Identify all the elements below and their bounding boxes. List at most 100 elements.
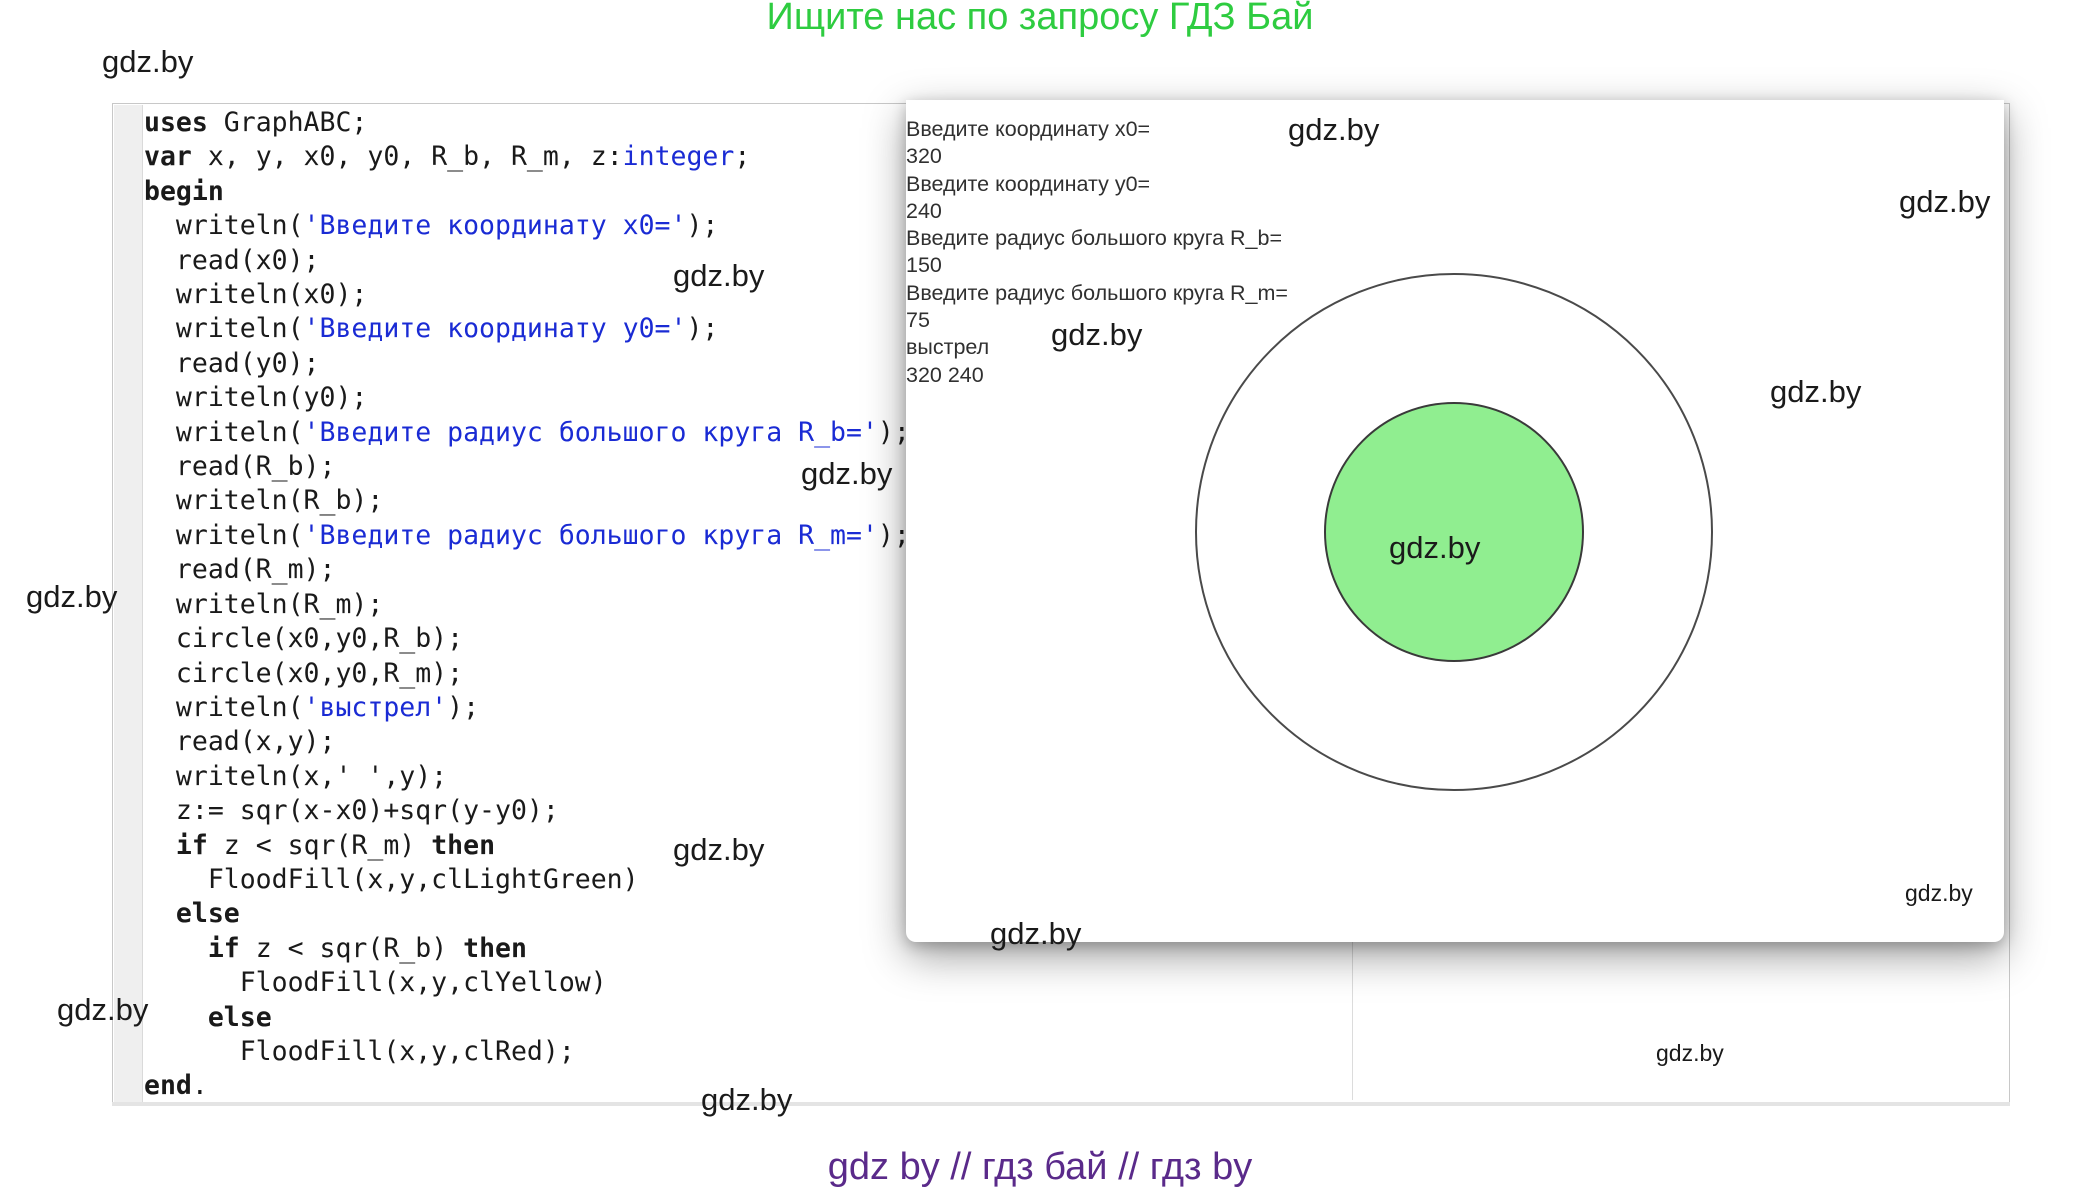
code-line[interactable]: FloodFill(x,y,clYellow) [144,966,910,1000]
source-code[interactable]: uses GraphABC; var x, y, x0, y0, R_b, R_m… [144,106,910,1104]
code-string: 'выстрел' [303,691,448,723]
code-text: read(R_b); [144,451,336,483]
code-keyword: begin [144,175,224,207]
code-line[interactable]: read(x0); [144,244,910,278]
code-text: writeln( [144,313,304,345]
code-keyword: var [144,141,192,173]
code-line[interactable]: circle(x0,y0,R_m); [144,657,910,691]
code-text: writeln(R_b); [144,485,384,517]
code-text: writeln(y0); [144,382,368,414]
watermark: gdz.by [673,258,765,293]
code-line[interactable]: uses GraphABC; [144,106,910,140]
code-text: read(x,y); [144,726,336,758]
code-text: GraphABC; [207,107,368,138]
code-line[interactable]: writeln('Введите радиус большого круга R… [144,519,910,553]
code-text: ; [734,141,751,173]
code-line[interactable]: circle(x0,y0,R_b); [144,622,910,656]
code-text: writeln(R_m); [144,588,384,620]
watermark: gdz.by [673,832,765,867]
code-text: FloodFill(x,y,clLightGreen) [144,863,639,895]
code-line[interactable]: FloodFill(x,y,clLightGreen) [144,863,910,897]
bottom-banner: gdz by // гдз бай // гдз by [827,1146,1253,1188]
watermark: gdz.by [1905,880,1973,906]
console-line: Введите радиус большого круга R_m= [906,280,1288,305]
code-line[interactable]: writeln('Введите радиус большого круга R… [144,416,910,450]
code-line[interactable]: read(R_m); [144,553,910,587]
code-keyword: else [175,898,240,930]
code-line[interactable]: end. [144,1069,910,1103]
top-banner: Ищите нас по запросу ГДЗ Бай [766,0,1314,38]
code-text: circle(x0,y0,R_b); [144,623,464,655]
code-line[interactable]: read(x,y); [144,725,910,759]
code-string: 'Введите радиус большого круга R_b=' [303,416,878,448]
console-line: 320 [906,144,942,169]
code-line[interactable]: writeln('Введите координату x0='); [144,209,910,243]
code-line[interactable]: writeln('Введите координату y0='); [144,312,910,346]
code-string: 'Введите координату x0=' [303,210,687,242]
code-text: z < sqr(R_b) [239,932,464,964]
console-line: 320 240 [906,362,984,387]
code-line[interactable]: if z < sqr(R_m) then [144,829,910,863]
code-line[interactable]: writeln(R_b); [144,484,910,518]
watermark: gdz.by [1051,317,1143,352]
console-line: Введите радиус большого круга R_b= [906,226,1283,251]
watermark: gdz.by [801,456,893,491]
code-text: writeln( [144,519,304,551]
console-line: 240 [906,198,942,223]
code-line[interactable]: read(R_b); [144,450,910,484]
graph-abc-window[interactable]: Введите координату x0= 320 Введите координ… [906,100,2004,942]
watermark: gdz.by [1389,530,1481,565]
code-keyword: if [207,932,240,964]
code-text: writeln( [144,691,304,723]
code-text: circle(x0,y0,R_m); [144,657,464,689]
code-text: writeln( [144,210,304,242]
code-string: 'Введите радиус большого круга R_m=' [303,519,878,551]
code-line[interactable]: begin [144,175,910,209]
code-line[interactable]: FloodFill(x,y,clRed); [144,1035,910,1069]
code-line[interactable]: z:= sqr(x-x0)+sqr(y-y0); [144,794,910,828]
code-keyword: then [431,829,496,861]
code-text: x, y, x0, y0, R_b, R_m, z: [191,141,623,173]
code-text: FloodFill(x,y,clYellow) [144,967,607,999]
code-line[interactable]: writeln(x,' ',y); [144,760,910,794]
watermark: gdz.by [1656,1040,1724,1066]
code-line[interactable]: writeln('выстрел'); [144,691,910,725]
code-line[interactable]: writeln(y0); [144,381,910,415]
code-line[interactable]: else [144,1001,910,1035]
code-keyword: then [463,932,527,964]
code-text: read(R_m); [144,554,336,586]
editor-gutter [114,105,143,1102]
code-line[interactable]: else [144,897,910,931]
code-text: FloodFill(x,y,clRed); [144,1035,575,1067]
watermark: gdz.by [26,579,118,614]
code-text: read(x0); [144,244,320,276]
code-line[interactable]: var x, y, x0, y0, R_b, R_m, z:integer; [144,140,910,174]
watermark: gdz.by [1288,112,1380,147]
console-line: Введите координату y0= [906,171,1151,196]
panel-divider [1352,930,1353,1100]
code-line[interactable]: read(y0); [144,347,910,381]
code-line[interactable]: writeln(R_m); [144,588,910,622]
code-text: ); [447,691,480,723]
code-text: writeln(x0); [144,279,368,311]
code-line[interactable]: writeln(x0); [144,278,910,312]
code-text: . [191,1070,208,1102]
code-line[interactable]: if z < sqr(R_b) then [144,932,910,966]
code-keyword: else [207,1001,272,1033]
code-type: integer [622,141,735,173]
watermark: gdz.by [1770,374,1862,409]
code-keyword: if [175,829,208,861]
code-keyword: end [144,1070,192,1102]
code-text: ); [686,313,719,345]
console-line: Введите координату x0= [906,117,1151,141]
watermark: gdz.by [701,1082,793,1117]
code-text: writeln(x,' ',y); [144,760,448,792]
watermark: gdz.by [102,44,194,79]
watermark: gdz.by [990,916,1082,951]
code-text: z:= sqr(x-x0)+sqr(y-y0); [144,795,559,827]
code-keyword: uses [144,107,208,138]
code-text: read(y0); [144,347,320,379]
